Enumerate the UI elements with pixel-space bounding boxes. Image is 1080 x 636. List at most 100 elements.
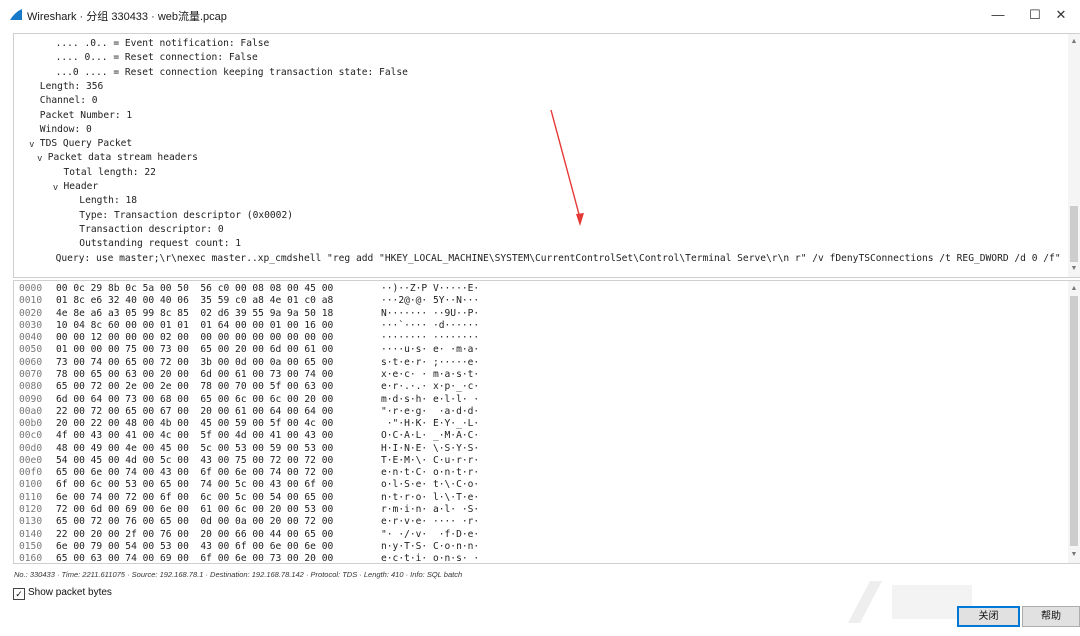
hex-bytes: 4e 8e a6 a3 05 99 8c 85 02 d6 39 55 9a 9… — [56, 307, 334, 319]
packet-summary-status: No.: 330433 · Time: 2211.611075 · Source… — [14, 570, 463, 579]
tree-item[interactable]: Channel: 0 — [40, 94, 98, 108]
tree-item[interactable]: Outstanding request count: 1 — [79, 237, 241, 251]
close-window-button[interactable]: ✕ — [1038, 0, 1080, 30]
tree-item[interactable]: TDS Query Packet — [40, 137, 132, 151]
tree-item[interactable]: Total length: 22 — [64, 166, 156, 180]
hex-bytes: 73 00 74 00 65 00 72 00 3b 00 0d 00 0a 0… — [56, 356, 334, 368]
hex-bytes: 00 00 12 00 00 00 02 00 00 00 00 00 00 0… — [56, 332, 334, 344]
ascii-bytes: N······· ··9U··P· — [381, 307, 480, 319]
expand-caret-icon[interactable]: v — [26, 137, 38, 151]
hex-offset: 0040 — [19, 332, 43, 344]
hex-offset: 0080 — [19, 381, 43, 393]
ascii-bytes: "· ·/·v· ·f·D·e· — [381, 528, 480, 540]
ascii-bytes: e·c·t·i· o·n·s· · — [381, 553, 480, 564]
hex-offset: 00a0 — [19, 405, 43, 417]
hex-bytes: 10 04 8c 60 00 00 01 01 01 64 00 00 01 0… — [56, 319, 334, 331]
hex-offset: 0010 — [19, 295, 43, 307]
ascii-bytes: o·l·S·e· t·\·C·o· — [381, 479, 480, 491]
hex-bytes: 54 00 45 00 4d 00 5c 00 43 00 75 00 72 0… — [56, 454, 334, 466]
tree-item[interactable]: Window: 0 — [40, 123, 92, 137]
hex-offset: 0060 — [19, 356, 43, 368]
hex-bytes: 65 00 72 00 2e 00 2e 00 78 00 70 00 5f 0… — [56, 381, 334, 393]
hex-offset: 0000 — [19, 283, 43, 294]
tree-item[interactable]: Length: 18 — [79, 194, 137, 208]
hex-offset: 00c0 — [19, 430, 43, 442]
window-title: Wireshark · 分组 330433 · web流量.pcap — [27, 11, 227, 23]
ascii-bytes: ···2@·@· 5Y··N··· — [381, 295, 480, 307]
ascii-bytes: H·I·N·E· \·S·Y·S· — [381, 442, 480, 454]
ascii-bytes: e·n·t·C· o·n·t·r· — [381, 467, 480, 479]
tree-item[interactable]: Length: 356 — [40, 80, 104, 94]
hex-offset: 0150 — [19, 540, 43, 552]
details-scrollbar[interactable]: ▲ ▼ — [1068, 34, 1080, 277]
tree-item[interactable]: .... .0.. = Event notification: False — [56, 37, 270, 51]
hex-bytes: 6f 00 6c 00 53 00 65 00 74 00 5c 00 43 0… — [56, 479, 334, 491]
hex-offset: 00f0 — [19, 467, 43, 479]
help-button[interactable]: 帮助 — [1022, 606, 1080, 627]
close-dialog-button[interactable]: 关闭 — [957, 606, 1020, 627]
scroll-up-arrow-icon[interactable]: ▲ — [1068, 36, 1080, 48]
ascii-bytes: n·y·T·S· C·o·n·n· — [381, 540, 480, 552]
scroll-down-arrow-icon[interactable]: ▼ — [1068, 263, 1080, 275]
ascii-bytes: ···`···· ·d······ — [381, 319, 480, 331]
expand-caret-icon[interactable]: v — [34, 151, 46, 165]
scroll-down-arrow-icon[interactable]: ▼ — [1068, 549, 1080, 561]
tree-item[interactable]: Query: use master;\r\nexec master..xp_cm… — [56, 252, 1061, 266]
hex-bytes: 4f 00 43 00 41 00 4c 00 5f 00 4d 00 41 0… — [56, 430, 334, 442]
hex-bytes: 6e 00 74 00 72 00 6f 00 6c 00 5c 00 54 0… — [56, 491, 334, 503]
tree-item[interactable]: .... 0... = Reset connection: False — [56, 51, 258, 65]
hex-offset: 0140 — [19, 528, 43, 540]
ascii-bytes: ········ ········ — [381, 332, 480, 344]
bytes-scrollbar[interactable]: ▲ ▼ — [1068, 281, 1080, 563]
hex-offset: 0050 — [19, 344, 43, 356]
hex-offset: 0110 — [19, 491, 43, 503]
hex-offset: 0130 — [19, 516, 43, 528]
tree-item[interactable]: Packet Number: 1 — [40, 109, 132, 123]
hex-bytes: 01 00 00 00 75 00 73 00 65 00 20 00 6d 0… — [56, 344, 334, 356]
hex-offset: 00e0 — [19, 454, 43, 466]
show-packet-bytes-label[interactable]: Show packet bytes — [28, 587, 112, 598]
hex-bytes: 78 00 65 00 63 00 20 00 6d 00 61 00 73 0… — [56, 368, 334, 380]
hex-offset: 0120 — [19, 504, 43, 516]
ascii-bytes: ··)··Z·P V·····E· — [381, 283, 480, 294]
hex-bytes: 22 00 20 00 2f 00 76 00 20 00 66 00 44 0… — [56, 528, 334, 540]
hex-bytes: 01 8c e6 32 40 00 40 06 35 59 c0 a8 4e 0… — [56, 295, 334, 307]
hex-bytes: 72 00 6d 00 69 00 6e 00 61 00 6c 00 20 0… — [56, 504, 334, 516]
tree-item[interactable]: ...0 .... = Reset connection keeping tra… — [56, 66, 408, 80]
bytes-scroll-thumb[interactable] — [1070, 296, 1078, 546]
hex-offset: 00d0 — [19, 442, 43, 454]
ascii-bytes: O·C·A·L· _·M·A·C· — [381, 430, 480, 442]
ascii-bytes: ·"·H·K· E·Y·_·L· — [381, 418, 480, 430]
tree-item[interactable]: Transaction descriptor: 0 — [79, 223, 223, 237]
tree-item[interactable]: Packet data stream headers — [48, 151, 198, 165]
scroll-up-arrow-icon[interactable]: ▲ — [1068, 283, 1080, 295]
annotation-arrow — [550, 109, 584, 226]
details-scroll-thumb[interactable] — [1070, 206, 1078, 262]
hex-bytes: 20 00 22 00 48 00 4b 00 45 00 59 00 5f 0… — [56, 418, 334, 430]
hex-bytes: 65 00 63 00 74 00 69 00 6f 00 6e 00 73 0… — [56, 553, 334, 564]
hex-offset: 0070 — [19, 368, 43, 380]
tree-item[interactable]: Header — [64, 180, 99, 194]
hex-offset: 00b0 — [19, 418, 43, 430]
title-bar: Wireshark · 分组 330433 · web流量.pcap — ☐ ✕ — [0, 0, 1080, 30]
hex-bytes: 65 00 72 00 76 00 65 00 0d 00 0a 00 20 0… — [56, 516, 334, 528]
tree-item[interactable]: Type: Transaction descriptor (0x0002) — [79, 209, 293, 223]
shark-fin-icon — [10, 9, 22, 20]
ascii-bytes: s·t·e·r· ;·····e· — [381, 356, 480, 368]
hex-bytes: 22 00 72 00 65 00 67 00 20 00 61 00 64 0… — [56, 405, 334, 417]
ascii-bytes: m·d·s·h· e·l·l· · — [381, 393, 480, 405]
ascii-bytes: x·e·c· · m·a·s·t· — [381, 368, 480, 380]
hex-bytes: 6d 00 64 00 73 00 68 00 65 00 6c 00 6c 0… — [56, 393, 334, 405]
ascii-bytes: e·r·v·e· ···· ·r· — [381, 516, 480, 528]
hex-offset: 0090 — [19, 393, 43, 405]
ascii-bytes: "·r·e·g· ·a·d·d· — [381, 405, 480, 417]
ascii-bytes: T·E·M·\· C·u·r·r· — [381, 454, 480, 466]
ascii-bytes: e·r·.·.· x·p·_·c· — [381, 381, 480, 393]
packet-bytes-pane[interactable]: 0000 00 0c 29 8b 0c 5a 00 50 56 c0 00 08 … — [13, 280, 1080, 564]
expand-caret-icon[interactable]: v — [50, 180, 62, 194]
ascii-bytes: r·m·i·n· a·l· ·S· — [381, 504, 480, 516]
hex-offset: 0100 — [19, 479, 43, 491]
hex-bytes: 65 00 6e 00 74 00 43 00 6f 00 6e 00 74 0… — [56, 467, 334, 479]
show-packet-bytes-checkbox[interactable]: ✓ — [13, 588, 25, 600]
ascii-bytes: n·t·r·o· l·\·T·e· — [381, 491, 480, 503]
